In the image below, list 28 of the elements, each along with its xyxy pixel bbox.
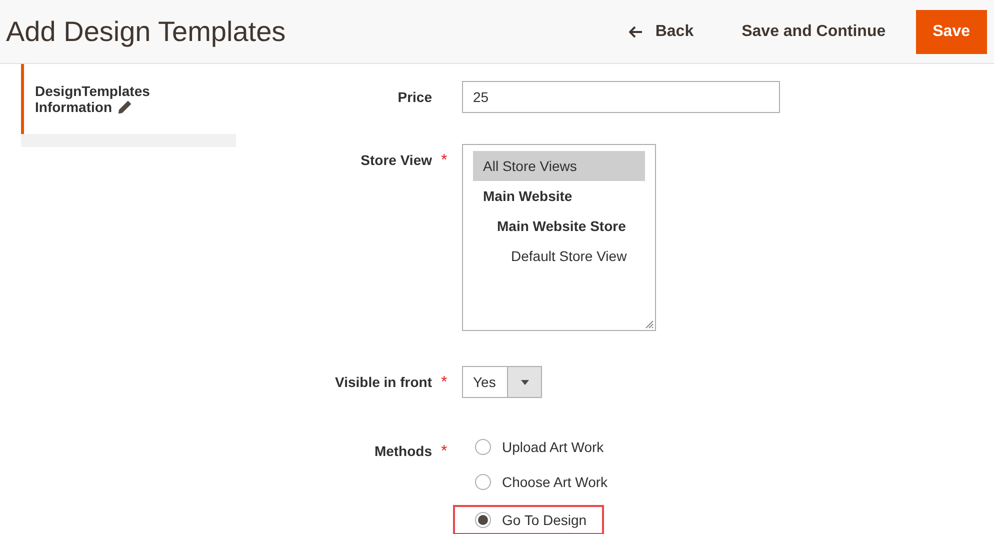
back-button[interactable]: Back xyxy=(605,12,718,50)
save-button[interactable]: Save xyxy=(916,10,987,54)
field-label: Visible in front xyxy=(335,373,432,390)
field-label: Price xyxy=(398,88,432,105)
save-continue-button[interactable]: Save and Continue xyxy=(718,12,910,50)
field-label: Methods xyxy=(374,442,432,459)
store-view-option[interactable]: Default Store View xyxy=(473,241,645,271)
radio-button[interactable] xyxy=(475,474,491,490)
radio-option[interactable]: Choose Art Work xyxy=(453,470,613,494)
sidebar-tab[interactable]: DesignTemplates Information xyxy=(21,64,236,134)
required-mark: * xyxy=(441,374,448,391)
arrow-left-icon xyxy=(629,26,644,38)
store-view-list[interactable]: All Store Views Main Website Main Website Store Default Store View xyxy=(462,144,656,331)
page-title: Add Design Templates xyxy=(6,16,287,48)
resize-grip-icon[interactable] xyxy=(645,320,654,329)
field-label: Store View xyxy=(360,151,432,168)
visible-select[interactable]: Yes xyxy=(462,366,542,398)
radio-option[interactable]: Upload Art Work xyxy=(453,435,613,459)
radio-option[interactable]: Go To Design xyxy=(453,505,604,534)
required-mark: * xyxy=(441,443,448,460)
radio-button[interactable] xyxy=(475,439,491,455)
radio-button[interactable] xyxy=(475,512,491,528)
required-mark: * xyxy=(441,152,448,169)
caret-icon xyxy=(520,380,528,384)
store-view-option[interactable]: Main Website Store xyxy=(473,211,645,241)
store-view-option[interactable]: All Store Views xyxy=(473,151,645,181)
price-input[interactable]: 25 xyxy=(462,81,780,113)
store-view-option[interactable]: Main Website xyxy=(473,181,645,211)
